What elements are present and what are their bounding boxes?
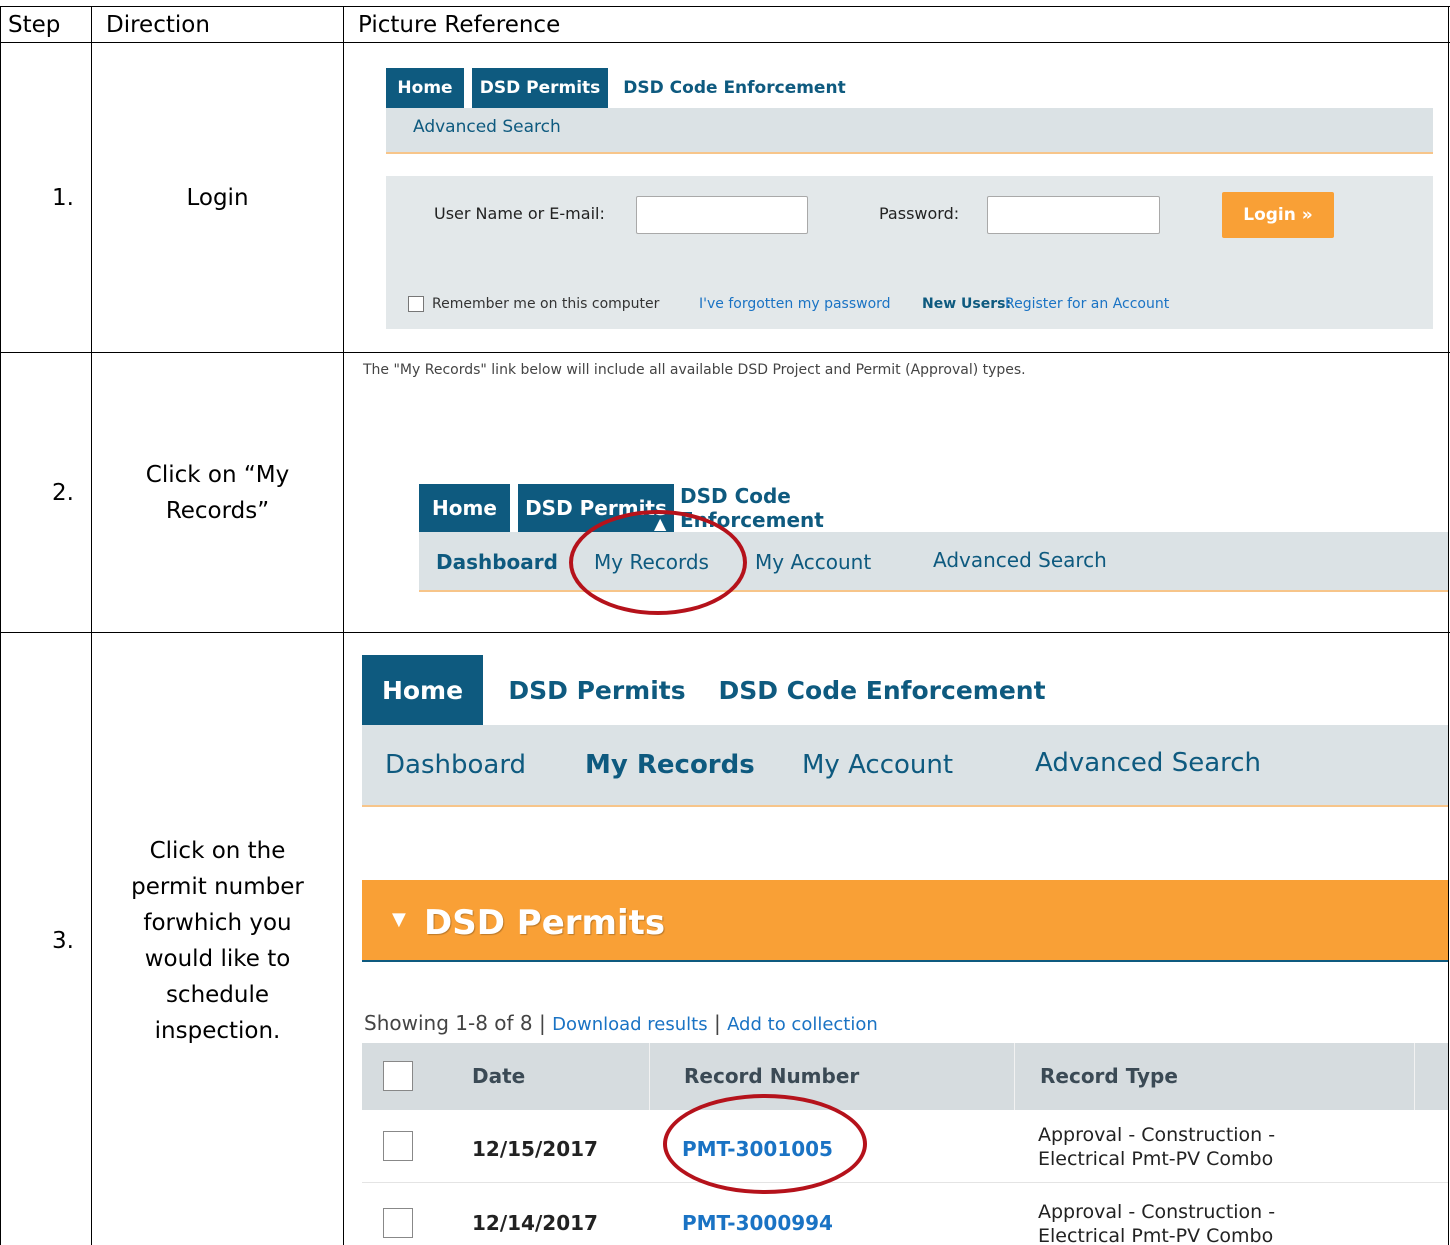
tab-home[interactable]: Home [419,484,510,532]
sub-navigation-underline [386,152,1433,154]
row-checkbox[interactable] [383,1131,413,1161]
select-all-checkbox[interactable] [383,1061,413,1091]
dsd-permits-title: DSD Permits [424,903,666,943]
header-picture-reference: Picture Reference [358,12,561,38]
username-label: User Name or E-mail: [434,204,605,223]
record-type-line2: Electrical Pmt-PV Combo [1038,1148,1274,1170]
header-row-divider [0,42,1450,43]
direction-column-divider [343,6,344,1245]
add-to-collection-link[interactable]: Add to collection [727,1014,878,1035]
remember-me-label: Remember me on this computer [432,296,660,312]
direction-3-line3: forwhich you [143,910,292,936]
sub-navigation-underline [419,590,1448,592]
direction-1: Login [186,185,249,211]
my-account-link[interactable]: My Account [755,550,871,574]
row-date: 12/15/2017 [472,1137,598,1161]
advanced-search-link[interactable]: Advanced Search [1035,748,1261,778]
column-record-type[interactable]: Record Type [1040,1064,1178,1088]
register-link[interactable]: Register for an Account [1005,296,1169,312]
tab-dsd-code-enforcement[interactable]: DSD Code Enforcement [622,68,847,108]
tab-dsd-permits[interactable]: DSD Permits [472,68,608,108]
remember-me-checkbox[interactable] [408,296,424,312]
column-divider [1414,1043,1415,1110]
table-border-right [1448,6,1449,1245]
download-results-link[interactable]: Download results [552,1014,708,1035]
highlight-my-records-circle [569,510,747,615]
password-input[interactable] [987,196,1160,234]
column-date[interactable]: Date [472,1064,525,1088]
record-number-link[interactable]: PMT-3000994 [682,1211,833,1235]
login-button[interactable]: Login » [1222,192,1334,238]
row2-divider [0,632,1450,633]
sub-navigation-underline [362,805,1448,807]
banner-underline [362,960,1448,962]
tab-home[interactable]: Home [386,68,464,108]
column-divider [1014,1043,1015,1110]
record-type-line1: Approval - Construction - [1038,1124,1276,1146]
records-note: The "My Records" link below will include… [363,362,1026,378]
new-users-label: New Users: [922,296,1012,312]
tab-dsd-code-enforcement[interactable]: DSD Code Enforcement [712,655,1052,725]
record-type-line1: Approval - Construction - [1038,1201,1276,1223]
my-records-link[interactable]: My Records [585,750,755,780]
step-number-3: 3. [52,928,74,954]
username-input[interactable] [636,196,808,234]
my-records-screenshot: The "My Records" link below will include… [350,356,1448,628]
direction-2-line1: Click on “My [145,462,290,488]
header-step: Step [8,12,61,38]
table-border-left [0,6,1,1245]
direction-3-line2: permit number [131,874,304,900]
step-number-2: 2. [52,480,74,506]
header-direction: Direction [106,12,210,38]
advanced-search-link[interactable]: Advanced Search [933,548,1107,572]
direction-3-line1: Click on the [149,838,286,864]
link-separator: | [713,1011,721,1035]
dashboard-link[interactable]: Dashboard [436,550,558,574]
forgot-password-link[interactable]: I've forgotten my password [699,296,891,312]
dashboard-link[interactable]: Dashboard [385,750,526,780]
advanced-search-link[interactable]: Advanced Search [413,117,561,137]
row1-divider [0,352,1450,353]
password-label: Password: [879,204,960,223]
results-summary: Showing 1-8 of 8 | Download results | Ad… [364,1011,878,1035]
login-screenshot: Home DSD Permits DSD Code Enforcement Ad… [386,64,1433,329]
tab-dsd-permits[interactable]: DSD Permits [497,655,697,725]
collapse-chevron-icon[interactable]: ▼ [392,909,406,930]
direction-2-line2: Records” [165,498,270,524]
direction-3-line4: would like to [144,946,291,972]
direction-3-line5: schedule [165,982,270,1008]
highlight-permit-number-circle [663,1094,867,1194]
showing-count: Showing 1-8 of 8 | [364,1011,546,1035]
column-record-number[interactable]: Record Number [684,1064,859,1088]
step-number-1: 1. [52,185,74,211]
direction-3-line6: inspection. [154,1018,281,1044]
row-date: 12/14/2017 [472,1211,598,1235]
record-type-line2: Electrical Pmt-PV Combo [1038,1225,1274,1245]
tab-home[interactable]: Home [362,655,483,725]
row-checkbox[interactable] [383,1208,413,1238]
my-account-link[interactable]: My Account [802,750,953,780]
column-divider [649,1043,650,1110]
records-list-screenshot: Home DSD Permits DSD Code Enforcement Da… [362,655,1448,1245]
table-border-top [0,6,1450,7]
